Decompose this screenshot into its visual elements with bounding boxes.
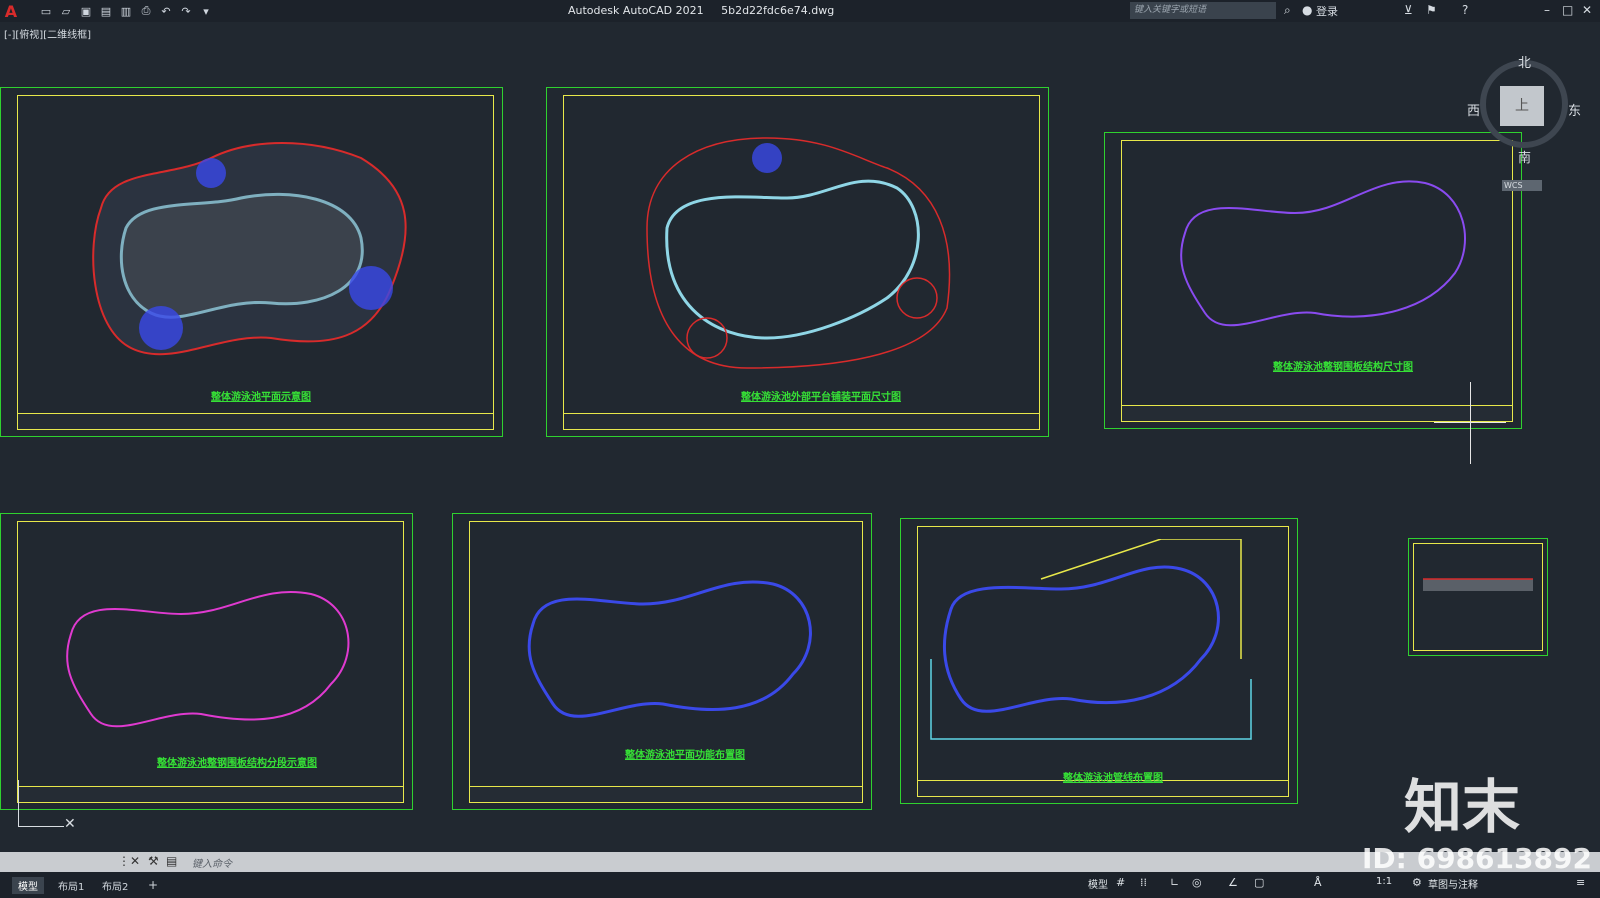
- drawing-canvas[interactable]: 整体游泳池平面示意图 整体游泳池外部平台铺装平面尺寸图 整体游泳池整钢围板结构尺…: [0, 40, 1600, 852]
- search-icon[interactable]: ⌕: [1284, 3, 1291, 18]
- status-model[interactable]: 模型: [1088, 876, 1108, 891]
- menu-icon[interactable]: ≡: [1576, 876, 1585, 889]
- command-close-icon[interactable]: ⋮✕: [118, 854, 140, 868]
- command-input[interactable]: 键入命令: [192, 855, 232, 870]
- command-history-icon[interactable]: ▤: [166, 854, 177, 868]
- sheet-title: 整体游泳池整钢围板结构尺寸图: [1273, 362, 1413, 373]
- help-icon[interactable]: ?: [1462, 3, 1468, 17]
- customize-dropdown-icon[interactable]: ▾: [198, 5, 214, 18]
- undo-icon[interactable]: ↶: [158, 5, 174, 18]
- osnap-icon[interactable]: ∠: [1228, 876, 1238, 889]
- snap-icon[interactable]: ⁞⁞: [1140, 876, 1147, 889]
- title-block: [563, 413, 1040, 430]
- crosshair-horizontal: [1434, 422, 1506, 423]
- cube-top-face[interactable]: 上: [1500, 86, 1544, 126]
- pipeline-drawing: [930, 539, 1252, 740]
- add-layout-icon[interactable]: +: [142, 877, 164, 893]
- annotation-icon[interactable]: Å: [1314, 876, 1322, 889]
- sheet-title: 整体游泳池外部平台铺装平面尺寸图: [741, 392, 901, 403]
- sheet-5: 整体游泳池平面功能布置图: [452, 513, 872, 810]
- pool-plan-drawing: [92, 142, 407, 356]
- watermark-id: ID: 698613892: [1362, 842, 1592, 875]
- sheet-4: 整体游泳池整钢围板结构分段示意图: [0, 513, 413, 810]
- sheet-6: 整体游泳池管线布置图: [900, 518, 1298, 804]
- minimize-icon[interactable]: –: [1544, 3, 1550, 17]
- sheet-7: [1408, 538, 1548, 656]
- title-block: [1121, 405, 1513, 422]
- window-title: Autodesk AutoCAD 2021 5b2d22fdc6e74.dwg: [568, 4, 848, 17]
- open-file-icon[interactable]: ▱: [58, 5, 74, 18]
- command-line: ⋮✕ ⚒ ▤ 键入命令: [0, 852, 1600, 872]
- title-bar: A ▭ ▱ ▣ ▤ ▥ ⎙ ↶ ↷ ▾ Autodesk AutoCAD 202…: [0, 0, 1600, 22]
- ortho-icon[interactable]: ∟: [1170, 876, 1179, 889]
- search-input[interactable]: 键入关键字或短语: [1130, 2, 1276, 19]
- lineweight-icon[interactable]: ▢: [1254, 876, 1264, 889]
- watermark-brand: 知末: [1404, 773, 1521, 841]
- sheet-title: 整体游泳池管线布置图: [1063, 773, 1163, 784]
- tab-layout2[interactable]: 布局2: [96, 877, 134, 894]
- wcs-menu[interactable]: WCS: [1502, 180, 1542, 191]
- sheet-3: 整体游泳池整钢围板结构尺寸图: [1104, 132, 1522, 429]
- layout-tabs: 模型 布局1 布局2 +: [0, 872, 1600, 898]
- title-block: [17, 413, 494, 430]
- tab-layout1[interactable]: 布局1: [52, 877, 90, 894]
- autocad-logo-icon[interactable]: A: [0, 0, 22, 22]
- polar-icon[interactable]: ◎: [1192, 876, 1202, 889]
- function-layout-drawing: [527, 580, 812, 718]
- tab-model[interactable]: 模型: [12, 877, 44, 894]
- ucs-icon: ✕: [64, 816, 76, 832]
- plot-icon[interactable]: ▥: [118, 5, 134, 18]
- maximize-icon[interactable]: □: [1562, 3, 1573, 17]
- redo-icon[interactable]: ↷: [178, 5, 194, 18]
- pool-platform-drawing: [646, 137, 951, 369]
- sheet-title: 整体游泳池平面示意图: [211, 392, 311, 403]
- title-block: [469, 786, 863, 803]
- app-name: Autodesk AutoCAD 2021: [568, 4, 704, 17]
- viewcube[interactable]: 北 南 东 西 上 WCS: [1467, 56, 1581, 191]
- share-icon[interactable]: ⚑: [1426, 3, 1437, 17]
- segment-drawing: [66, 591, 350, 728]
- annotation-scale[interactable]: 1:1: [1376, 876, 1392, 887]
- login-button[interactable]: 登录: [1316, 3, 1338, 19]
- sheet-2: 整体游泳池外部平台铺装平面尺寸图: [546, 87, 1049, 437]
- print-icon[interactable]: ⎙: [138, 4, 154, 18]
- sheet-1: 整体游泳池平面示意图: [0, 87, 503, 437]
- gear-icon[interactable]: ⚙: [1412, 876, 1422, 889]
- grid-icon[interactable]: #: [1116, 876, 1125, 889]
- compass-south[interactable]: 南: [1518, 147, 1531, 166]
- ucs-x-axis: [18, 826, 64, 827]
- compass-north[interactable]: 北: [1518, 52, 1531, 71]
- command-customize-icon[interactable]: ⚒: [148, 854, 159, 868]
- cart-icon[interactable]: ⊻: [1404, 3, 1413, 17]
- viewport-controls[interactable]: [-][俯视][二维线框]: [4, 26, 91, 41]
- section-detail-drawing: [1423, 578, 1533, 591]
- file-name: 5b2d22fdc6e74.dwg: [721, 4, 835, 17]
- quick-access-toolbar: ▭ ▱ ▣ ▤ ▥ ⎙ ↶ ↷ ▾: [38, 4, 214, 18]
- ucs-y-axis: [18, 780, 19, 826]
- sheet-title: 整体游泳池整钢围板结构分段示意图: [157, 758, 317, 769]
- sheet-title: 整体游泳池平面功能布置图: [625, 750, 745, 761]
- crosshair-vertical: [1470, 382, 1471, 464]
- workspace-switch[interactable]: 草图与注释: [1428, 876, 1478, 891]
- compass-west[interactable]: 西: [1467, 100, 1480, 119]
- title-block: [17, 786, 404, 803]
- save-as-icon[interactable]: ▤: [98, 5, 114, 18]
- save-icon[interactable]: ▣: [78, 5, 94, 18]
- compass-east[interactable]: 东: [1568, 100, 1581, 119]
- user-icon[interactable]: ●: [1302, 3, 1312, 17]
- steel-panel-drawing: [1180, 180, 1466, 327]
- new-file-icon[interactable]: ▭: [38, 5, 54, 18]
- close-icon[interactable]: ✕: [1582, 3, 1592, 17]
